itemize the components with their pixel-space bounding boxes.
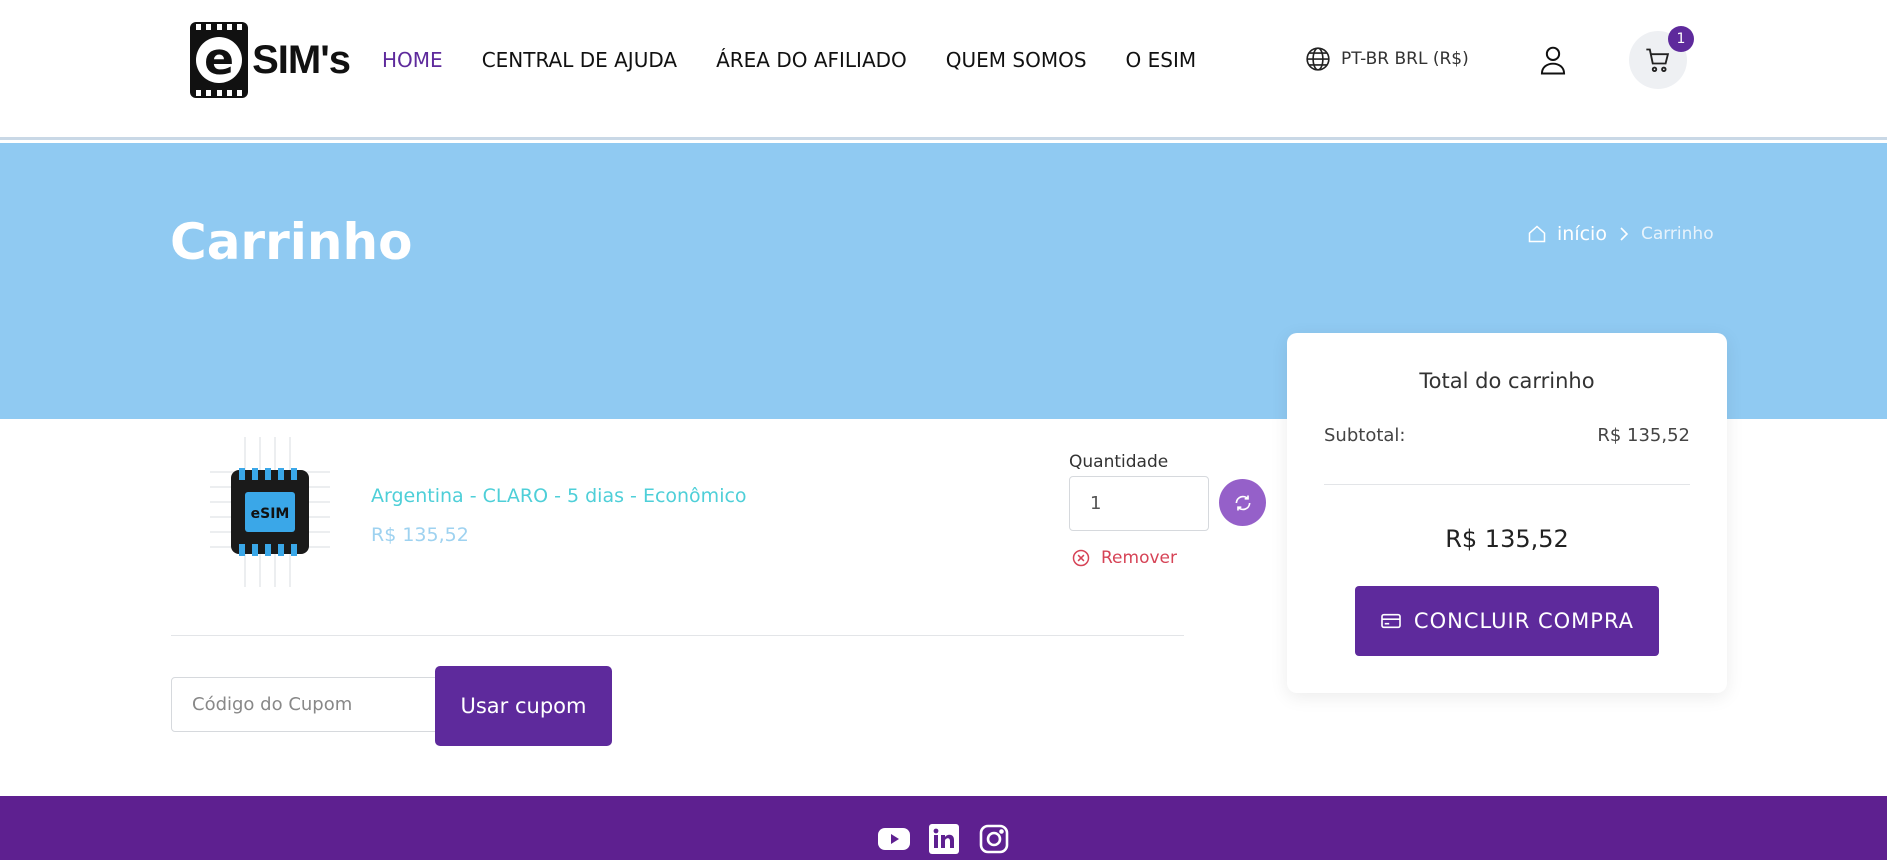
quantity-label: Quantidade [1069,452,1169,472]
user-account-icon[interactable] [1538,44,1568,76]
linkedin-icon[interactable] [927,822,961,856]
nav-esim[interactable]: O ESIM [1126,48,1197,72]
refresh-icon [1235,495,1250,510]
cart-count-badge: 1 [1668,26,1694,52]
language-label: PT-BR BRL (R$) [1341,49,1469,69]
shopping-cart-icon [1646,48,1670,73]
total-value: R$ 135,52 [1445,525,1569,553]
globe-icon [1306,47,1330,71]
checkout-label: CONCLUIR COMPRA [1413,609,1635,633]
cart-totals-card: Total do carrinho Subtotal: R$ 135,52 R$… [1287,333,1727,693]
nav-help-center[interactable]: CENTRAL DE AJUDA [482,48,677,72]
breadcrumb-home[interactable]: início [1557,223,1607,245]
product-name-link[interactable]: Argentina - CLARO - 5 dias - Econômico [371,485,747,507]
remove-label: Remover [1101,548,1177,568]
main-nav: HOME CENTRAL DE AJUDA ÁREA DO AFILIADO Q… [382,48,1235,72]
site-header: e SIM's HOME CENTRAL DE AJUDA ÁREA DO AF… [0,0,1887,140]
site-footer [0,796,1887,860]
checkout-button[interactable]: CONCLUIR COMPRA [1355,586,1659,656]
chip-label: eSIM [251,506,290,522]
logo-letter: e [196,37,243,83]
chevron-right-icon [1620,227,1629,241]
social-links [0,822,1887,856]
close-circle-icon [1072,549,1090,567]
language-selector[interactable]: PT-BR BRL (R$) [1305,46,1469,72]
nav-home[interactable]: HOME [382,48,443,72]
esim-chip-icon: eSIM [210,437,330,587]
home-icon [1528,225,1546,243]
subtotal-label: Subtotal: [1324,425,1406,446]
remove-item-button[interactable]: Remover [1071,548,1177,568]
page-title: Carrinho [170,213,413,271]
youtube-icon[interactable] [877,822,911,856]
instagram-icon[interactable] [977,822,1011,856]
cart-divider [171,635,1184,636]
apply-coupon-button[interactable]: Usar cupom [435,666,612,746]
cart-totals-title: Total do carrinho [1419,369,1595,393]
update-quantity-button[interactable] [1219,479,1266,526]
chip-icon: e [190,22,249,98]
subtotal-value: R$ 135,52 [1597,425,1690,446]
breadcrumb-current: Carrinho [1640,224,1714,244]
breadcrumb: início Carrinho [1527,223,1714,245]
nav-affiliate-area[interactable]: ÁREA DO AFILIADO [716,48,907,72]
totals-divider [1324,484,1690,485]
quantity-input[interactable] [1069,476,1209,531]
logo-text: SIM's [252,37,351,82]
esims-logo[interactable]: e SIM's [190,22,351,98]
product-image[interactable]: eSIM [190,432,350,592]
nav-about-us[interactable]: QUEM SOMOS [946,48,1087,72]
product-price: R$ 135,52 [371,524,469,546]
coupon-code-input[interactable] [171,677,436,732]
credit-card-icon [1381,613,1401,629]
